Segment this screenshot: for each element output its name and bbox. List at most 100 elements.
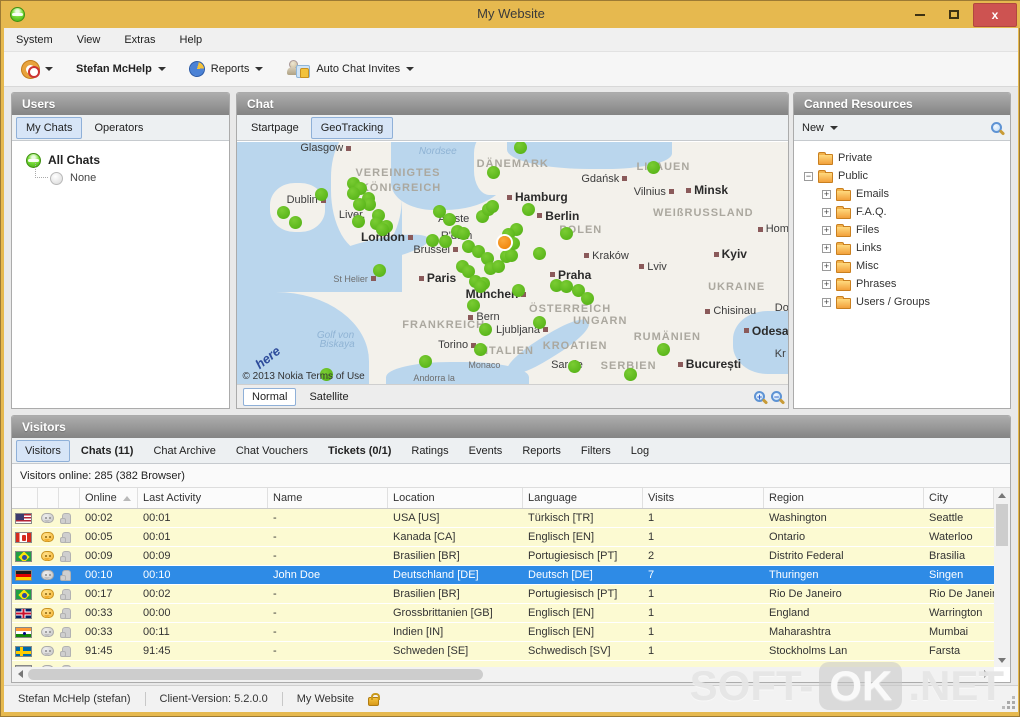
table-row[interactable]: 91:4591:45-Schweden [SE]Schwedisch [SV]1…	[12, 642, 994, 661]
expand-icon[interactable]: +	[822, 226, 831, 235]
tab-chat-archive[interactable]: Chat Archive	[144, 440, 224, 462]
column-header-location[interactable]: Location	[388, 488, 523, 508]
auto-chat-invites-dropdown[interactable]: Auto Chat Invites	[278, 52, 422, 86]
table-row[interactable]: 00:0900:09-Brasilien [BR]Portugiesisch […	[12, 547, 994, 566]
user-dropdown[interactable]: Stefan McHelp	[68, 52, 174, 86]
vertical-scrollbar[interactable]	[994, 488, 1010, 667]
menu-extras[interactable]: Extras	[124, 34, 155, 46]
menu-help[interactable]: Help	[180, 34, 203, 46]
canned-item-public[interactable]: −Public	[794, 167, 1010, 185]
scroll-right-icon[interactable]	[978, 667, 994, 681]
visitor-dot[interactable]	[289, 216, 302, 229]
canned-item-links[interactable]: +Links	[794, 239, 1010, 257]
tab-visitors[interactable]: Visitors	[16, 440, 70, 462]
expand-icon[interactable]: +	[822, 262, 831, 271]
tab-ratings[interactable]: Ratings	[402, 440, 457, 462]
column-header-visits[interactable]: Visits	[643, 488, 764, 508]
geotracking-map[interactable]: GlasgowNordseeDÄNEMARKLITAUENGdańskVilni…	[237, 142, 788, 384]
resize-grip[interactable]	[1012, 706, 1015, 709]
minimize-button[interactable]	[905, 1, 935, 28]
visitor-dot[interactable]	[514, 142, 527, 154]
visitor-dot[interactable]	[560, 227, 573, 240]
tab-chat-vouchers[interactable]: Chat Vouchers	[227, 440, 317, 462]
visitor-dot[interactable]	[373, 264, 386, 277]
tab-geotracking[interactable]: GeoTracking	[311, 117, 394, 139]
table-row[interactable]: 00:3300:00-Grossbrittanien [GB]Englisch …	[12, 604, 994, 623]
column-header-name[interactable]: Name	[268, 488, 388, 508]
folder-icon	[836, 280, 851, 291]
chevron-down-icon[interactable]	[830, 126, 838, 130]
visitor-dot-highlight[interactable]	[498, 236, 511, 249]
column-header-last-activity[interactable]: Last Activity	[138, 488, 268, 508]
table-row[interactable]: 00:3300:11-Indien [IN]Englisch [EN]1Maha…	[12, 623, 994, 642]
column-header-online[interactable]: Online	[80, 488, 138, 508]
canned-item-emails[interactable]: +Emails	[794, 185, 1010, 203]
canned-item-f-a-q-[interactable]: +F.A.Q.	[794, 203, 1010, 221]
visitor-dot[interactable]	[533, 247, 546, 260]
visitor-dot[interactable]	[657, 343, 670, 356]
canned-item-files[interactable]: +Files	[794, 221, 1010, 239]
column-header-city[interactable]: City	[924, 488, 994, 508]
scroll-left-icon[interactable]	[12, 667, 28, 681]
tab-chats-11-[interactable]: Chats (11)	[72, 440, 143, 462]
table-row[interactable]: 00:1700:02-Brasilien [BR]Portugiesisch […	[12, 585, 994, 604]
close-button[interactable]: x	[973, 3, 1017, 27]
visitor-dot[interactable]	[624, 368, 637, 381]
tree-item-all-chats[interactable]: All Chats	[26, 151, 229, 169]
visitor-dot[interactable]	[467, 299, 480, 312]
table-row[interactable]: 00:0200:01-USA [US]Türkisch [TR]1Washing…	[12, 509, 994, 528]
search-icon[interactable]	[991, 122, 1002, 133]
map-satellite-button[interactable]: Satellite	[300, 388, 357, 406]
menu-view[interactable]: View	[77, 34, 101, 46]
canned-item-users-groups[interactable]: +Users / Groups	[794, 293, 1010, 311]
tree-item-none[interactable]: None	[26, 169, 229, 187]
expand-icon[interactable]: +	[822, 298, 831, 307]
tab-log[interactable]: Log	[622, 440, 658, 462]
scroll-up-icon[interactable]	[994, 488, 1010, 502]
visitor-dot[interactable]	[560, 280, 573, 293]
expand-icon[interactable]: +	[822, 244, 831, 253]
map-normal-button[interactable]: Normal	[243, 388, 296, 406]
expand-icon[interactable]: +	[822, 190, 831, 199]
zoom-out-icon[interactable]: −	[771, 391, 782, 402]
map-attribution[interactable]: © 2013 Nokia Terms of Use	[243, 371, 365, 382]
tab-filters[interactable]: Filters	[572, 440, 620, 462]
tab-reports[interactable]: Reports	[513, 440, 570, 462]
tab-tickets-0-1-[interactable]: Tickets (0/1)	[319, 440, 400, 462]
visitor-dot[interactable]	[474, 343, 487, 356]
visitor-dot[interactable]	[505, 249, 518, 262]
visitor-dot[interactable]	[522, 203, 535, 216]
maximize-button[interactable]	[939, 1, 969, 28]
visitor-dot[interactable]	[486, 200, 499, 213]
table-row[interactable]: 00:0500:01-Kanada [CA]Englisch [EN]1Onta…	[12, 528, 994, 547]
reports-dropdown[interactable]: Reports	[181, 52, 272, 86]
horizontal-scrollbar[interactable]	[12, 667, 994, 682]
tab-events[interactable]: Events	[460, 440, 512, 462]
tab-my-chats[interactable]: My Chats	[16, 117, 82, 139]
horizontal-scroll-thumb[interactable]	[28, 669, 483, 680]
zoom-in-icon[interactable]: +	[754, 391, 765, 402]
status-dropdown[interactable]	[14, 52, 61, 86]
visitor-dot[interactable]	[352, 215, 365, 228]
visitor-dot[interactable]	[443, 213, 456, 226]
new-dropdown-label[interactable]: New	[802, 122, 824, 134]
expand-icon[interactable]: +	[822, 208, 831, 217]
table-row[interactable]: 00:1000:10John DoeDeutschland [DE]Deutsc…	[12, 566, 994, 585]
visitor-dot[interactable]	[479, 323, 492, 336]
column-header-language[interactable]: Language	[523, 488, 643, 508]
visitor-dot[interactable]	[512, 284, 525, 297]
visitor-dot[interactable]	[568, 360, 581, 373]
tab-startpage[interactable]: Startpage	[241, 117, 309, 139]
vertical-scroll-thumb[interactable]	[996, 504, 1008, 546]
collapse-icon[interactable]: −	[804, 172, 813, 181]
canned-item-phrases[interactable]: +Phrases	[794, 275, 1010, 293]
canned-item-misc[interactable]: +Misc	[794, 257, 1010, 275]
scroll-down-icon[interactable]	[994, 653, 1010, 667]
menu-system[interactable]: System	[16, 34, 53, 46]
canned-item-private[interactable]: Private	[794, 149, 1010, 167]
visitor-dot[interactable]	[419, 355, 432, 368]
expand-icon[interactable]: +	[822, 280, 831, 289]
visitor-dot[interactable]	[426, 234, 439, 247]
tab-operators[interactable]: Operators	[84, 117, 153, 139]
column-header-region[interactable]: Region	[764, 488, 924, 508]
